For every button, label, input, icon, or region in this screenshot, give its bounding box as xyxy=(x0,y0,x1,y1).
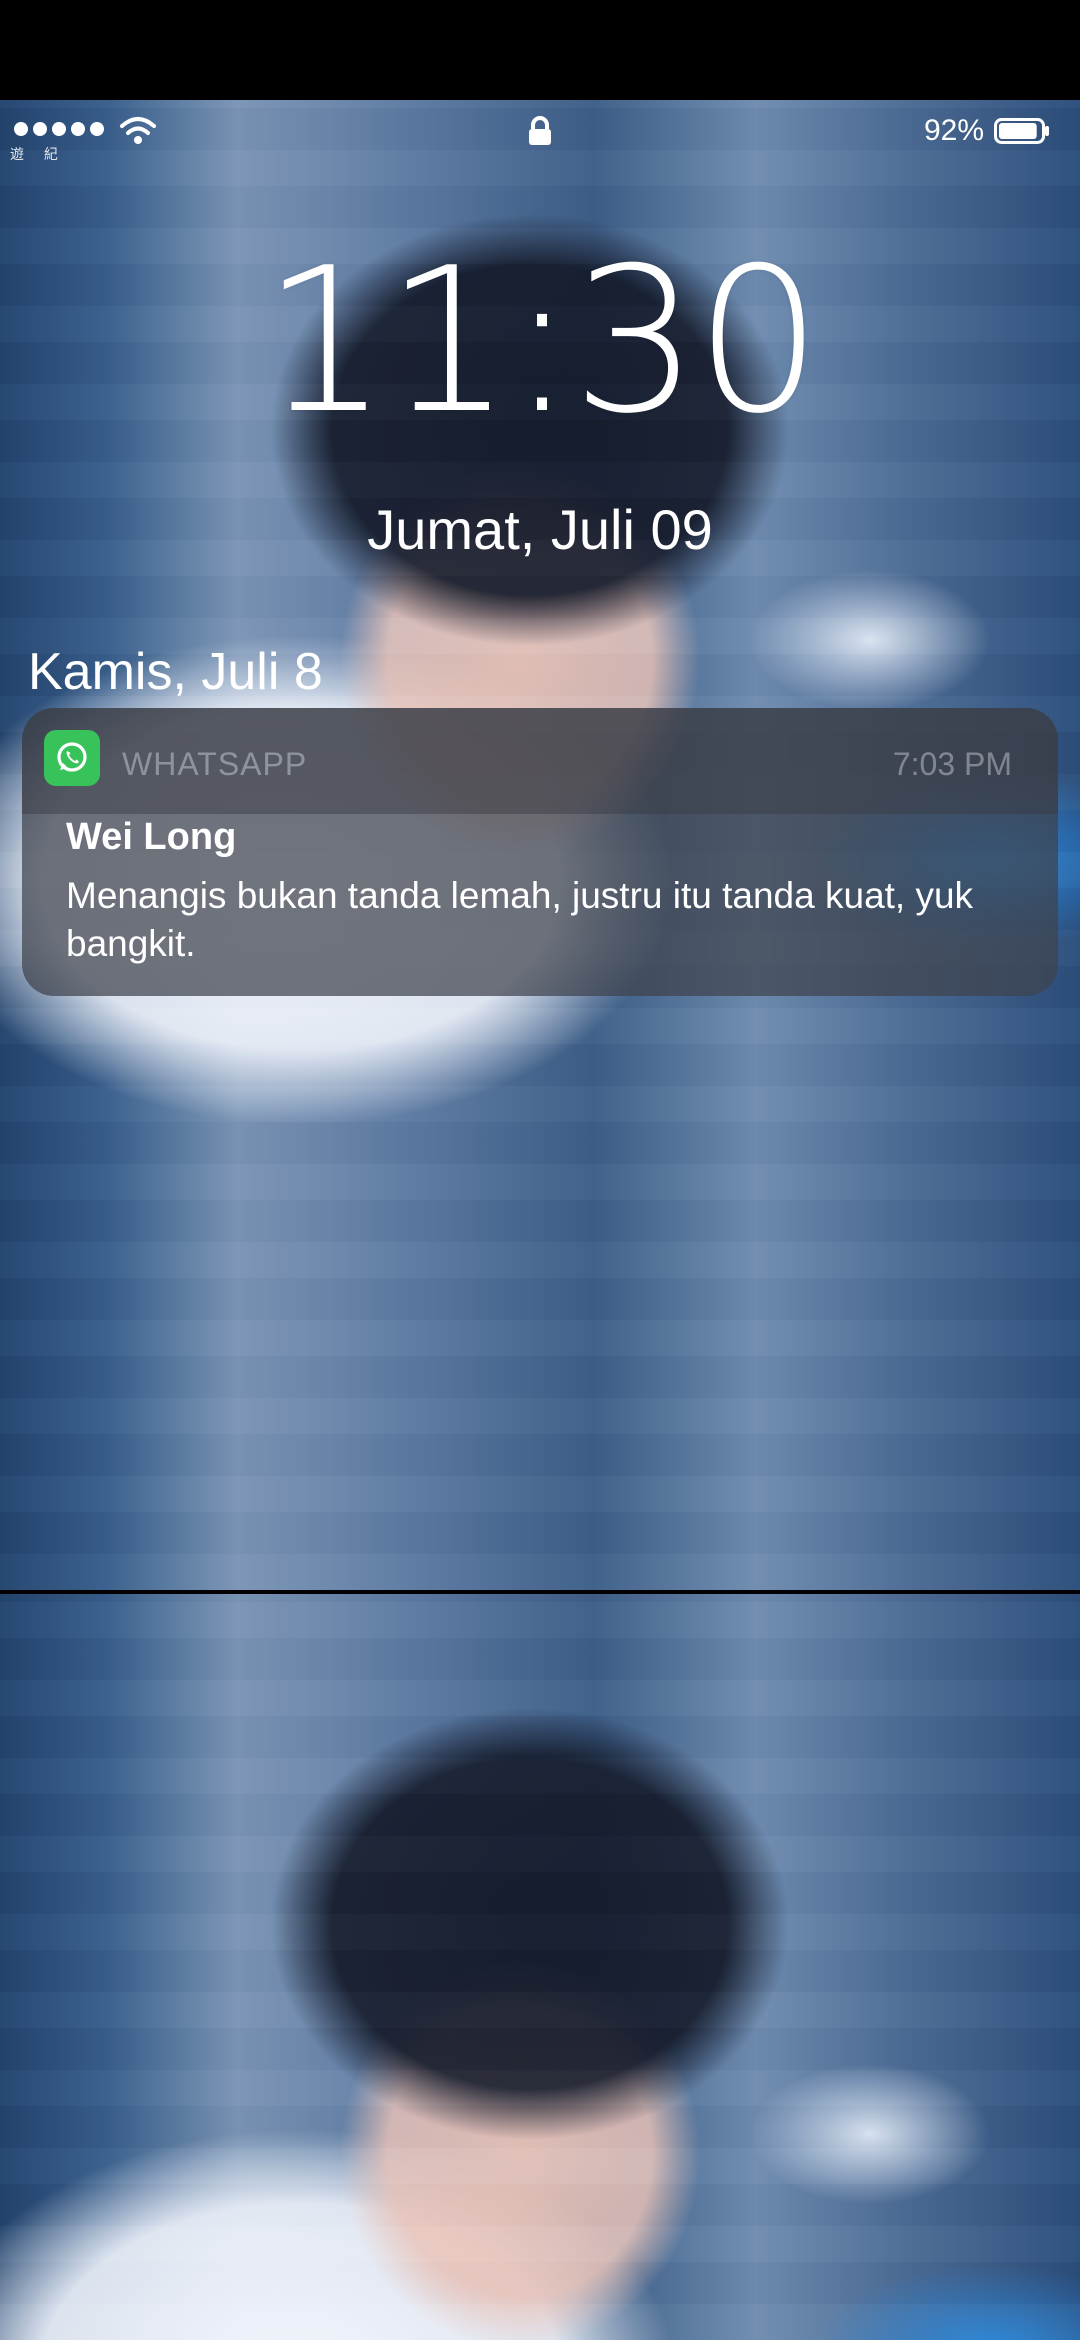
lock-date: Jumat, Juli 09 xyxy=(367,498,713,561)
lock-clock: 11:30 xyxy=(261,225,822,458)
whatsapp-icon xyxy=(44,730,100,786)
notification-header: WHATSAPP 7:03 PM xyxy=(22,708,1058,814)
top-black-bar xyxy=(0,0,1080,100)
wallpaper-photo-bottom xyxy=(0,1594,1080,2340)
notification-app-name: WHATSAPP xyxy=(122,746,308,782)
notification-sender: Wei Long xyxy=(66,816,237,858)
notification-time: 7:03 PM xyxy=(892,746,1012,782)
signal-dots-icon xyxy=(14,122,104,136)
status-bar: 遊 紀 92% xyxy=(0,100,1080,170)
whatsapp-notification[interactable]: WHATSAPP 7:03 PM Wei Long Menangis bukan… xyxy=(22,708,1058,996)
battery-percent: 92% xyxy=(923,114,984,147)
battery-level-fill xyxy=(999,123,1037,139)
notification-message: Menangis bukan tanda lemah, justru itu t… xyxy=(66,875,974,964)
wifi-icon xyxy=(120,117,156,144)
carrier-label: 遊 紀 xyxy=(10,146,66,162)
lock-icon xyxy=(529,116,551,145)
lock-screen: 遊 紀 92% 11:30 Jumat, Juli 09 Kamis, Juli… xyxy=(0,0,1080,2340)
battery-icon xyxy=(994,118,1049,144)
notification-section-date: Kamis, Juli 8 xyxy=(28,643,323,701)
